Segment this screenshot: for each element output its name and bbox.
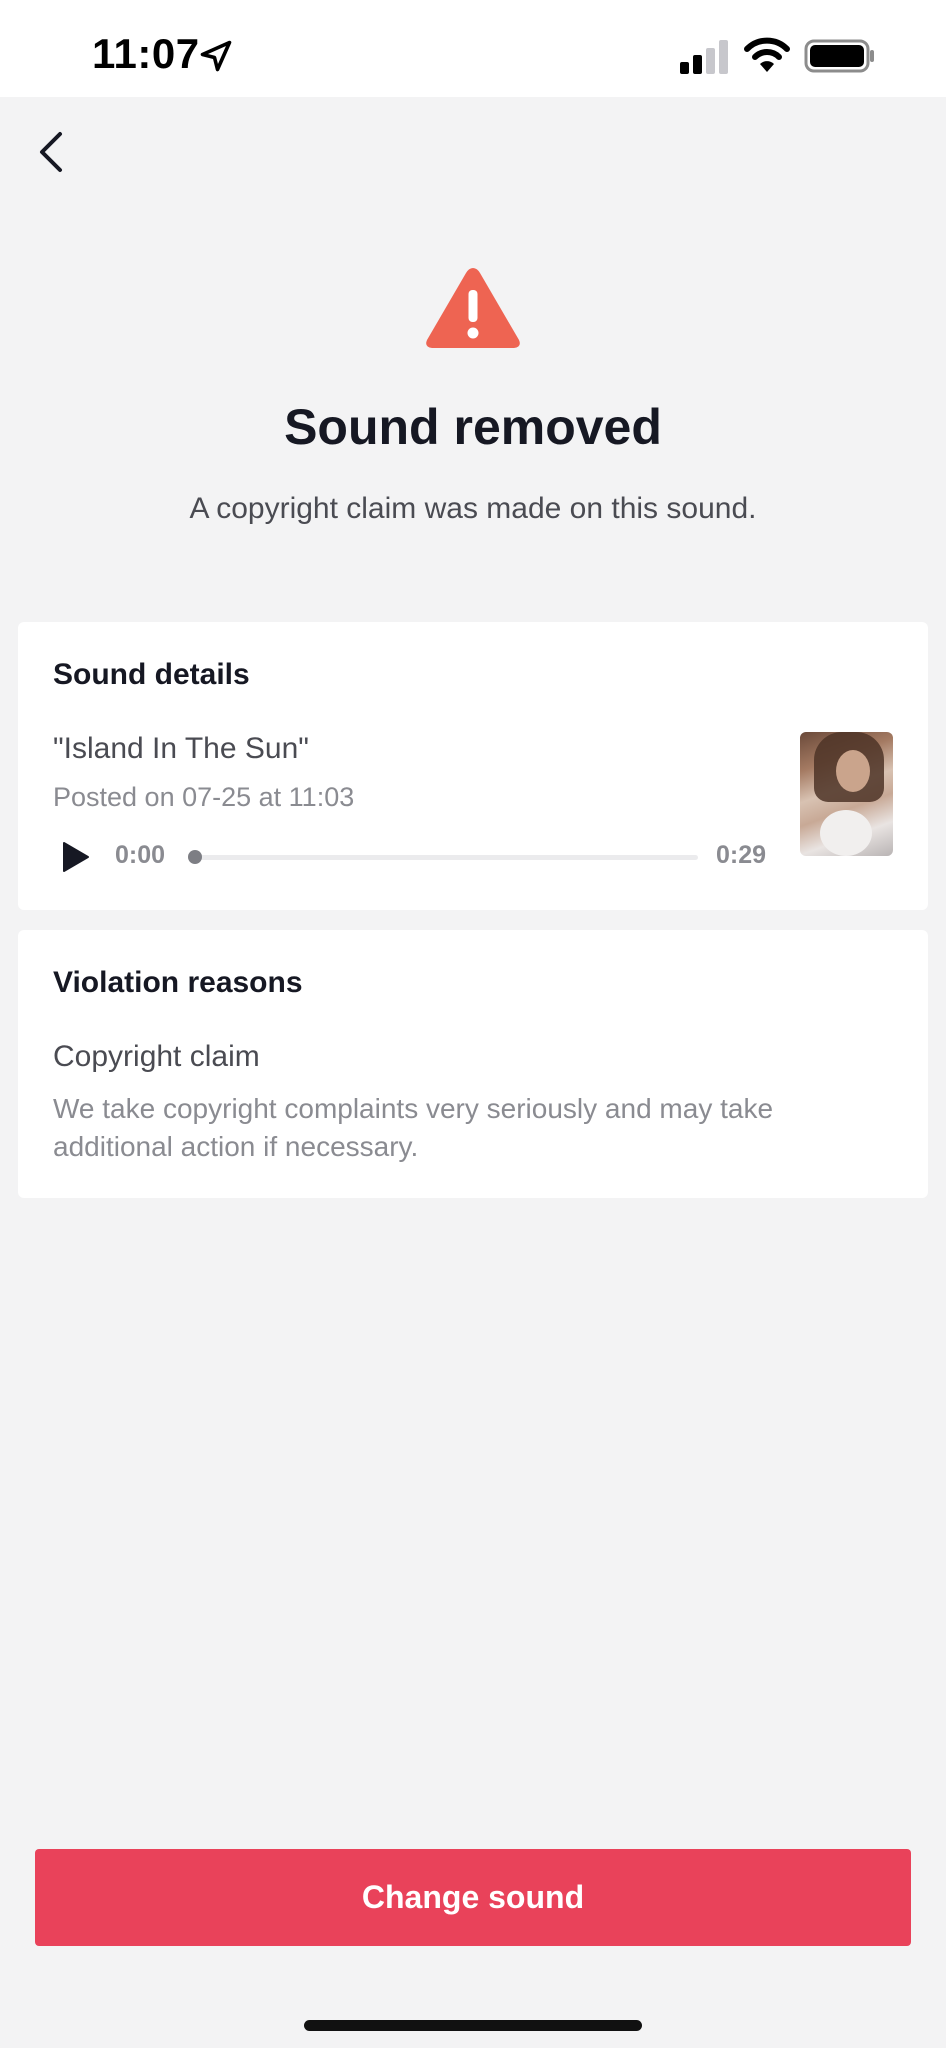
current-time: 0:00 (115, 841, 166, 869)
wifi-icon (744, 37, 790, 72)
play-icon[interactable] (58, 840, 92, 874)
sound-details-heading: Sound details (53, 658, 250, 691)
home-indicator (304, 2020, 642, 2031)
page-title: Sound removed (284, 399, 662, 455)
warning-triangle-icon (426, 268, 520, 348)
change-sound-button[interactable]: Change sound (35, 1849, 911, 1946)
location-arrow-icon (200, 40, 232, 72)
violation-reasons-card: Violation reasons Copyright claim We tak… (18, 930, 928, 1198)
battery-icon (804, 39, 874, 73)
status-time: 11:07 (92, 30, 200, 77)
progress-track[interactable] (192, 855, 698, 860)
signal-icon (680, 40, 728, 74)
sound-details-card: Sound details "Island In The Sun" Posted… (18, 622, 928, 910)
progress-handle[interactable] (188, 850, 202, 864)
violation-heading: Violation reasons (53, 966, 303, 999)
sound-thumbnail (800, 732, 893, 856)
status-bar: 11:07 (0, 0, 946, 97)
violation-reason-description: We take copyright complaints very seriou… (53, 1093, 774, 1162)
violation-reason-title: Copyright claim (53, 1040, 260, 1073)
page-subtitle: A copyright claim was made on this sound… (189, 492, 757, 525)
posted-date: Posted on 07-25 at 11:03 (53, 782, 355, 812)
sound-name: "Island In The Sun" (53, 732, 309, 765)
chevron-left-icon[interactable] (28, 120, 76, 184)
duration: 0:29 (716, 841, 767, 869)
